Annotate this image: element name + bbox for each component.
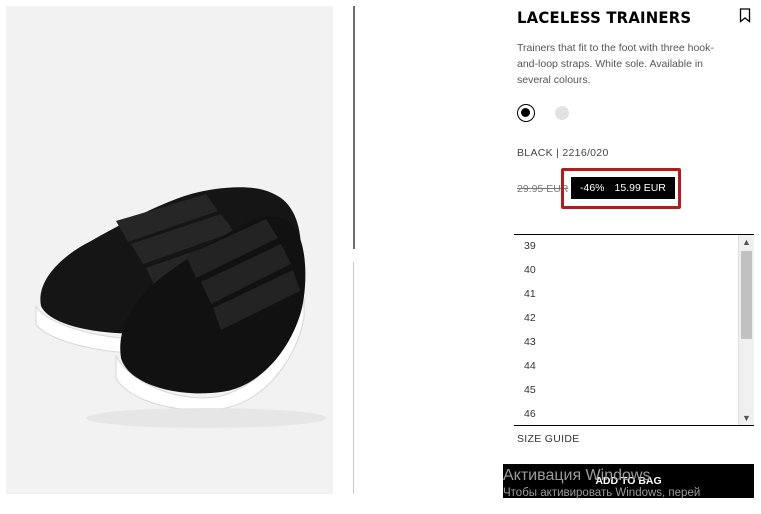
size-option[interactable]: 39 bbox=[514, 235, 754, 259]
chevron-up-icon[interactable]: ▲ bbox=[739, 235, 754, 249]
size-option[interactable]: 42 bbox=[514, 307, 754, 331]
vertical-divider bbox=[353, 6, 355, 249]
size-option[interactable]: 40 bbox=[514, 259, 754, 283]
size-list[interactable]: 39 40 41 42 43 44 45 46 ▲ ▼ bbox=[514, 234, 754, 426]
bookmark-icon[interactable] bbox=[739, 8, 751, 23]
color-reference: BLACK | 2216/020 bbox=[517, 147, 609, 159]
shoe-illustration bbox=[35, 187, 326, 428]
size-option[interactable]: 46 bbox=[514, 403, 754, 425]
size-option[interactable]: 45 bbox=[514, 379, 754, 403]
color-swatch-black[interactable] bbox=[517, 104, 535, 122]
scrollbar-thumb[interactable] bbox=[741, 251, 752, 339]
size-guide-link[interactable]: SIZE GUIDE bbox=[517, 433, 580, 445]
vertical-divider-lower bbox=[353, 262, 354, 494]
add-to-bag-button[interactable]: ADD TO BAG bbox=[503, 464, 754, 498]
product-title: LACELESS TRAINERS bbox=[517, 8, 692, 27]
size-option[interactable]: 43 bbox=[514, 331, 754, 355]
chevron-down-icon[interactable]: ▼ bbox=[739, 411, 754, 425]
color-swatch-white[interactable] bbox=[555, 106, 569, 120]
price-highlight-box bbox=[561, 168, 681, 209]
product-image[interactable] bbox=[6, 6, 333, 494]
size-option[interactable]: 44 bbox=[514, 355, 754, 379]
size-list-scrollbar[interactable]: ▲ ▼ bbox=[738, 235, 754, 425]
product-description: Trainers that fit to the foot with three… bbox=[517, 42, 714, 86]
size-option[interactable]: 41 bbox=[514, 283, 754, 307]
